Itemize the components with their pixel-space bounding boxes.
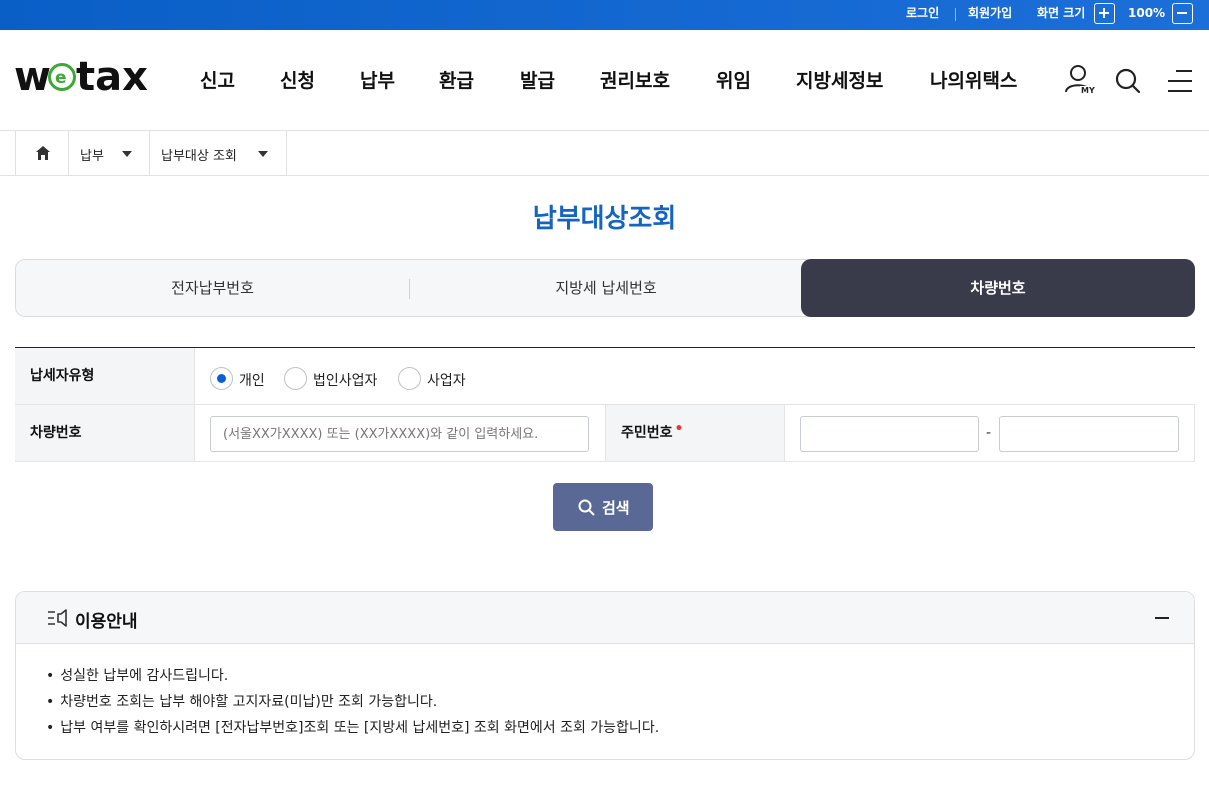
vehicle-row: 차량번호 주민번호• - <box>15 405 1195 462</box>
vehicle-number-input[interactable] <box>210 416 589 452</box>
my-page-button[interactable]: MY <box>1063 63 1097 99</box>
nav-apply[interactable]: 신청 <box>280 66 315 93</box>
svg-text:w: w <box>14 54 51 98</box>
usage-guide-panel: 이용안내 성실한 납부에 감사드립니다. 차량번호 조회는 납부 해야할 고지자… <box>15 591 1195 760</box>
chevron-down-icon <box>122 151 132 157</box>
taxpayer-type-row: 납세자유형 개인 법인사업자 사업자 <box>15 348 1195 405</box>
my-label: MY <box>1080 86 1096 95</box>
list-item: 성실한 납부에 감사드립니다. <box>46 667 659 693</box>
breadcrumb-level2-label: 납부대상 조회 <box>161 149 237 164</box>
usage-guide-title: 이용안내 <box>75 612 138 632</box>
resident-number-front-input[interactable] <box>800 416 979 452</box>
taxpayer-type-label: 납세자유형 <box>15 348 194 404</box>
page-title: 납부대상조회 <box>532 204 677 234</box>
search-icon <box>1115 68 1141 94</box>
site-header: w e tax 신고 신청 납부 환급 발급 권리보호 위임 지방세정보 나의위… <box>0 30 1209 131</box>
svg-text:tax: tax <box>76 54 148 98</box>
zoom-level: 100% <box>1128 6 1166 20</box>
radio-corporate-business[interactable] <box>284 367 307 390</box>
divider <box>194 348 195 404</box>
top-utility-bar: 로그인 회원가입 화면 크기 100% <box>0 0 1209 30</box>
nav-file-report[interactable]: 신고 <box>200 66 235 93</box>
tab-electronic-payment-number[interactable]: 전자납부번호 <box>16 260 409 316</box>
divider <box>194 405 195 461</box>
minus-icon <box>1177 12 1187 14</box>
zoom-out-button[interactable] <box>1172 3 1193 24</box>
hamburger-icon <box>1168 70 1192 92</box>
search-button[interactable] <box>1114 67 1142 95</box>
tab-vehicle-number[interactable]: 차량번호 <box>801 259 1195 317</box>
breadcrumb-level1-label: 납부 <box>80 149 104 164</box>
home-icon <box>36 146 50 160</box>
plus-icon <box>1099 8 1109 18</box>
radio-business[interactable] <box>398 367 421 390</box>
divider <box>1194 405 1195 461</box>
breadcrumb-level1[interactable]: 납부 <box>68 131 150 175</box>
wetax-logo[interactable]: w e tax <box>14 52 156 98</box>
divider <box>955 8 956 21</box>
nav-payment[interactable]: 납부 <box>360 66 395 93</box>
resident-number-label: 주민번호 <box>621 425 673 441</box>
nav-local-tax-info[interactable]: 지방세정보 <box>796 66 883 93</box>
nav-refund[interactable]: 환급 <box>439 66 474 93</box>
search-button-label: 검색 <box>602 499 630 517</box>
collapse-icon[interactable] <box>1154 610 1170 626</box>
nav-delegation[interactable]: 위임 <box>716 66 751 93</box>
list-item: 차량번호 조회는 납부 해야할 고지자료(미납)만 조회 가능합니다. <box>46 693 659 719</box>
signup-link[interactable]: 회원가입 <box>968 0 1012 30</box>
notice-icon <box>48 609 67 627</box>
resident-number-label-cell: 주민번호 • <box>605 405 785 461</box>
svg-text:e: e <box>55 68 67 88</box>
radio-corporate-business-label[interactable]: 법인사업자 <box>313 370 377 390</box>
breadcrumb-level2[interactable]: 납부대상 조회 <box>149 131 287 175</box>
menu-button[interactable] <box>1166 68 1194 94</box>
nav-issue[interactable]: 발급 <box>520 66 555 93</box>
resident-number-separator: - <box>986 425 992 441</box>
breadcrumb-home[interactable] <box>15 131 69 175</box>
radio-individual[interactable] <box>210 367 233 390</box>
radio-individual-label[interactable]: 개인 <box>239 370 265 390</box>
search-submit-button[interactable]: 검색 <box>553 483 653 531</box>
breadcrumb: 납부 납부대상 조회 <box>0 131 1209 176</box>
zoom-in-button[interactable] <box>1094 3 1115 24</box>
required-mark: • <box>674 421 684 437</box>
list-item: 납부 여부를 확인하시려면 [전자납부번호]조회 또는 [지방세 납세번호] 조… <box>46 719 659 745</box>
lookup-form: 납세자유형 개인 법인사업자 사업자 차량번호 주민번호• - <box>15 347 1195 462</box>
search-icon <box>578 499 595 516</box>
tab-local-tax-number[interactable]: 지방세 납세번호 <box>410 260 802 316</box>
zoom-label: 화면 크기 <box>1037 6 1086 20</box>
nav-rights-protection[interactable]: 권리보호 <box>600 66 670 93</box>
nav-my-wetax[interactable]: 나의위택스 <box>930 66 1017 93</box>
login-link[interactable]: 로그인 <box>906 0 939 30</box>
resident-number-back-input[interactable] <box>999 416 1179 452</box>
vehicle-number-label: 차량번호 <box>15 405 194 461</box>
usage-guide-header[interactable]: 이용안내 <box>16 592 1194 644</box>
radio-business-label[interactable]: 사업자 <box>427 370 466 390</box>
usage-guide-list: 성실한 납부에 감사드립니다. 차량번호 조회는 납부 해야할 고지자료(미납)… <box>46 667 659 745</box>
chevron-down-icon <box>258 151 268 157</box>
lookup-type-tabs: 전자납부번호 지방세 납세번호 차량번호 <box>15 259 1195 317</box>
